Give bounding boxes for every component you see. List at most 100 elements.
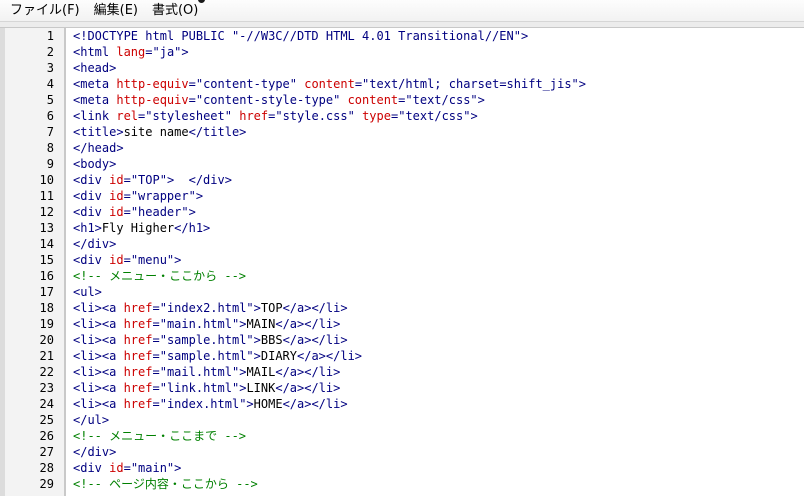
line-number: 23 [39, 381, 54, 395]
code-token-tag: <h1> [73, 221, 102, 235]
code-line[interactable]: <html lang="ja"> [73, 44, 189, 60]
code-token-tag: <li><a [73, 301, 124, 315]
code-token-val: "menu" [130, 253, 175, 267]
line-number: 16 [39, 269, 54, 283]
code-token-val: "wrapper" [130, 189, 196, 203]
code-token-tag: = [145, 45, 153, 59]
code-token-val: "sample.html" [159, 349, 254, 363]
code-token-tag: <head> [73, 61, 117, 75]
code-token-tag: > [253, 349, 261, 363]
menu-file[interactable]: ファイル(F) [0, 0, 87, 22]
code-token-tag: > [181, 45, 189, 59]
code-token-tag: </div> [73, 445, 117, 459]
line-number: 20 [39, 333, 54, 347]
code-token-attr: type [362, 109, 391, 123]
code-token-tag: = [152, 381, 160, 395]
code-token-tag: > [520, 29, 529, 43]
code-token-val: "TOP" [130, 173, 167, 187]
line-number: 29 [39, 477, 54, 491]
code-line[interactable]: </ul> [73, 412, 109, 428]
code-token-val: "index.html" [159, 397, 247, 411]
code-token-attr: href [123, 349, 153, 363]
code-token-text: MAIL [246, 365, 276, 379]
line-number: 13 [39, 221, 54, 235]
code-line[interactable]: <title>site name</title> [73, 124, 246, 140]
code-line[interactable]: <div id="menu"> [73, 252, 181, 268]
code-token-val: "ja" [152, 45, 182, 59]
code-line[interactable]: </div> [73, 444, 116, 460]
code-token-tag: </a></li> [282, 397, 348, 411]
code-token-tag [340, 93, 347, 107]
code-token-comment: <!-- メニュー・ここまで --> [73, 429, 247, 443]
code-line[interactable]: <div id="wrapper"> [73, 188, 203, 204]
code-token-attr: content [304, 77, 355, 91]
code-editor-area[interactable]: <!DOCTYPE html PUBLIC "-//W3C//DTD HTML … [66, 28, 804, 496]
code-token-tag: = [152, 317, 160, 331]
gutter-marker-strip [0, 28, 5, 496]
code-line[interactable]: <li><a href="main.html">MAIN</a></li> [73, 316, 340, 332]
code-line[interactable]: <h1>Fly Higher</h1> [73, 220, 210, 236]
code-line[interactable]: <div id="main"> [73, 460, 181, 476]
code-token-attr: href [123, 317, 153, 331]
menu-bar: ファイル(F) 編集(E) 書式(O) [0, 0, 804, 22]
code-token-val: "text/html; charset=shift_jis" [362, 77, 579, 91]
code-token-val: "header" [130, 205, 189, 219]
menu-format[interactable]: 書式(O) [145, 0, 205, 22]
code-line[interactable]: <li><a href="link.html">LINK</a></li> [73, 380, 340, 396]
code-line[interactable]: <li><a href="mail.html">MAIL</a></li> [73, 364, 340, 380]
code-token-tag: <li><a [73, 333, 124, 347]
code-line[interactable]: <li><a href="index.html">HOME</a></li> [73, 396, 348, 412]
code-token-comment: <!-- メニュー・ここから --> [73, 269, 247, 283]
code-line[interactable]: <div id="header"> [73, 204, 196, 220]
code-line[interactable]: <!-- メニュー・ここまで --> [73, 428, 246, 444]
code-token-tag [355, 109, 362, 123]
code-line[interactable]: <li><a href="index2.html">TOP</a></li> [73, 300, 348, 316]
line-number: 22 [39, 365, 54, 379]
code-token-val: "link.html" [159, 381, 240, 395]
code-token-tag: </title> [188, 125, 247, 139]
code-line[interactable]: <!DOCTYPE html PUBLIC "-//W3C//DTD HTML … [73, 28, 528, 44]
code-token-attr: lang [116, 45, 146, 59]
code-token-tag: > [195, 189, 204, 203]
code-token-tag: = [123, 253, 131, 267]
code-line[interactable]: <meta http-equiv="content-style-type" co… [73, 92, 485, 108]
code-token-val: "style.css" [275, 109, 355, 123]
code-token-text: HOME [253, 397, 283, 411]
code-token-tag: <title> [73, 125, 124, 139]
code-token-attr: http-equiv [116, 77, 189, 91]
code-token-attr: id [109, 461, 124, 475]
code-token-tag: </a></li> [282, 301, 348, 315]
code-token-tag: > [188, 205, 196, 219]
code-line[interactable]: <!-- ページ内容・ここから --> [73, 476, 258, 492]
code-line[interactable]: <ul> [73, 284, 102, 300]
code-token-tag: = [123, 461, 131, 475]
code-line[interactable]: <meta http-equiv="content-type" content=… [73, 76, 586, 92]
code-token-tag: <li><a [73, 365, 124, 379]
line-number: 28 [39, 461, 54, 475]
code-token-tag: > </div> [166, 173, 232, 187]
code-token-val: "mail.html" [159, 365, 240, 379]
line-number: 17 [39, 285, 54, 299]
code-line[interactable]: </div> [73, 236, 116, 252]
code-token-text: LINK [246, 381, 276, 395]
code-token-tag: = [188, 77, 196, 91]
code-token-tag: = [152, 397, 160, 411]
code-token-tag: > [253, 333, 261, 347]
code-line[interactable]: <body> [73, 156, 116, 172]
code-line[interactable]: <!-- メニュー・ここから --> [73, 268, 246, 284]
code-token-tag: <li><a [73, 317, 124, 331]
code-token-tag: <meta [73, 93, 117, 107]
code-line[interactable]: <li><a href="sample.html">DIARY</a></li> [73, 348, 362, 364]
code-token-tag: = [123, 173, 131, 187]
code-line[interactable]: <link rel="stylesheet" href="style.css" … [73, 108, 478, 124]
line-number: 12 [39, 205, 54, 219]
menu-edit[interactable]: 編集(E) [87, 0, 145, 22]
code-token-tag: = [123, 205, 131, 219]
code-line[interactable]: <head> [73, 60, 116, 76]
code-token-tag: </head> [73, 141, 124, 155]
code-line[interactable]: <div id="TOP"> </div> [73, 172, 232, 188]
code-line[interactable]: </head> [73, 140, 124, 156]
line-number: 25 [39, 413, 54, 427]
code-token-tag: </a></li> [275, 317, 341, 331]
code-line[interactable]: <li><a href="sample.html">BBS</a></li> [73, 332, 348, 348]
